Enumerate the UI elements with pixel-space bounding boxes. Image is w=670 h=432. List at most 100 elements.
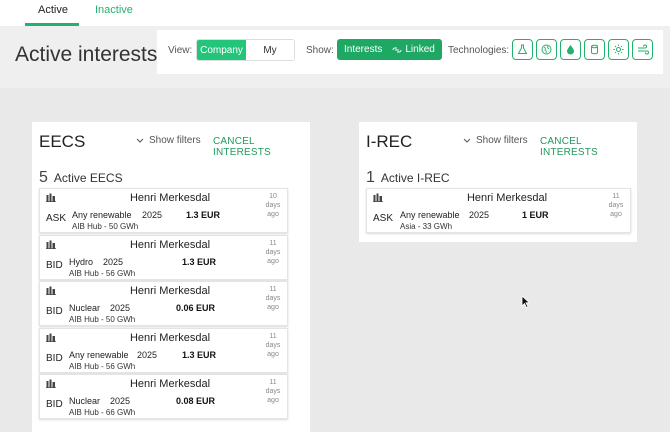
order-company-name: Henri Merkesdal [129, 238, 211, 251]
order-card[interactable]: BID Henri Merkesdal Any renewable 2025 1.3 E… [39, 327, 288, 373]
order-age-suffix: ago [610, 211, 622, 218]
order-card[interactable]: ASK Henri Merkesdal Any renewable 2025 1 EUR… [366, 188, 631, 233]
order-age: 11 days ago [262, 378, 284, 405]
order-age-number: 10 [269, 193, 277, 200]
order-age-suffix: ago [267, 397, 279, 404]
order-age-suffix: ago [267, 257, 279, 265]
chevron-down-icon [463, 138, 471, 143]
view-my-button[interactable]: My [246, 40, 294, 60]
irec-show-filters[interactable]: Show filters [463, 135, 528, 146]
view-toggle: Company My [196, 39, 295, 61]
eecs-count: 5 Active EECS [39, 169, 123, 187]
irec-show-filters-label: Show filters [476, 135, 528, 146]
link-icon [392, 47, 402, 52]
order-type: BID [46, 259, 63, 271]
irec-card: I-REC Show filters CANCEL INTERESTS 1 Ac… [359, 122, 637, 242]
order-hub-volume: AIB Hub - 50 GWh [69, 315, 136, 324]
order-age-unit: days [265, 388, 281, 395]
order-hub-volume: AIB Hub - 56 GWh [69, 361, 136, 371]
order-price: 1.3 EUR [182, 349, 217, 360]
show-interests-button[interactable]: Interests [337, 44, 389, 55]
view-label: View: [168, 45, 193, 56]
order-company-name: Henri Merkesdal [129, 285, 211, 297]
order-age-suffix: ago [267, 211, 279, 218]
wind-icon [637, 44, 649, 55]
tech-filter-solar[interactable] [608, 39, 629, 60]
show-linked-button[interactable]: Linked [389, 44, 441, 55]
flask-icon [517, 44, 528, 54]
order-technology: Nuclear [69, 396, 101, 406]
tech-filter-globe[interactable] [536, 39, 557, 60]
order-age-number: 11 [612, 193, 620, 200]
order-age-unit: days [265, 341, 281, 349]
order-year: 2025 [142, 210, 163, 220]
page-title: Active interests [15, 43, 158, 66]
order-technology: Hydro [69, 256, 94, 267]
order-technology: Any renewable [400, 210, 460, 220]
mouse-cursor-icon [521, 295, 530, 308]
eecs-count-number: 5 [39, 169, 48, 186]
tech-filter-flask[interactable] [512, 39, 533, 60]
eecs-title: EECS [39, 132, 86, 151]
order-card[interactable]: BID Henri Merkesdal Hydro 2025 1.3 EUR AIB Hu… [39, 234, 288, 280]
building-icon [46, 333, 56, 342]
order-age: 10 days ago [262, 192, 284, 219]
tab-active[interactable]: Active [38, 4, 68, 16]
irec-count-label: Active I-REC [380, 171, 450, 185]
view-company-button[interactable]: Company [197, 40, 246, 60]
order-age-unit: days [265, 295, 281, 302]
order-age: 11 days ago [262, 332, 284, 359]
cylinder-icon [591, 44, 598, 55]
order-year: 2025 [469, 210, 490, 220]
order-technology: Nuclear [69, 303, 101, 313]
order-year: 2025 [110, 396, 131, 406]
eecs-show-filters-label: Show filters [149, 135, 201, 146]
order-hub-volume: AIB Hub - 66 GWh [69, 408, 136, 417]
order-hub-volume: AIB Hub - 50 GWh [72, 222, 139, 231]
order-price: 1 EUR [522, 210, 549, 220]
tab-bar: Active Inactive [0, 0, 670, 26]
order-type: BID [46, 399, 63, 410]
order-age-unit: days [265, 248, 281, 256]
order-company-name: Henri Merkesdal [129, 331, 211, 344]
tech-filter-water[interactable] [560, 39, 581, 60]
tech-filter-cylinder[interactable] [584, 39, 605, 60]
order-age: 11 days ago [262, 239, 284, 266]
order-company-name: Henri Merkesdal [466, 192, 548, 204]
order-age: 11 days ago [605, 192, 627, 219]
order-type: ASK [373, 213, 394, 224]
order-year: 2025 [110, 303, 131, 313]
tab-inactive[interactable]: Inactive [95, 4, 133, 16]
order-card[interactable]: BID Henri Merkesdal Nuclear 2025 0.08 EUR AIB… [39, 374, 288, 419]
order-card[interactable]: BID Henri Merkesdal Nuclear 2025 0.06 EUR AIB… [39, 281, 288, 326]
technologies-label: Technologies: [448, 45, 510, 56]
order-price: 1.3 EUR [186, 210, 221, 220]
sun-icon [613, 44, 624, 55]
order-card[interactable]: ASK Henri Merkesdal Any renewable 2025 1.3 E… [39, 188, 288, 233]
order-age-number: 11 [269, 332, 277, 340]
chevron-down-icon [136, 138, 144, 143]
irec-title: I-REC [366, 132, 413, 151]
order-price: 0.06 EUR [176, 303, 216, 313]
order-hub-volume: Asia - 33 GWh [400, 222, 453, 231]
globe-icon [541, 44, 552, 55]
tech-filter-wind[interactable] [632, 39, 653, 60]
order-technology: Any renewable [72, 210, 132, 220]
eecs-card: EECS Show filters CANCEL INTERESTS 5 Act… [32, 122, 310, 432]
water-drop-icon [567, 45, 574, 55]
order-age-number: 11 [269, 239, 277, 247]
page-header: Active interests View: Company My Show: … [0, 26, 670, 88]
order-year: 2025 [137, 349, 158, 360]
eecs-cancel-interests-button[interactable]: CANCEL INTERESTS [213, 136, 310, 158]
show-toggle: Interests Linked [337, 39, 442, 60]
building-icon [46, 240, 56, 249]
eecs-show-filters[interactable]: Show filters [136, 135, 201, 146]
filter-controls: View: Company My Show: Interests Linked … [157, 30, 663, 74]
building-icon [46, 193, 56, 202]
order-age-number: 11 [269, 286, 277, 293]
order-age-number: 11 [269, 379, 277, 386]
irec-count-number: 1 [366, 169, 375, 186]
building-icon [46, 286, 56, 295]
irec-cancel-interests-button[interactable]: CANCEL INTERESTS [540, 136, 637, 158]
show-linked-label: Linked [405, 44, 435, 55]
